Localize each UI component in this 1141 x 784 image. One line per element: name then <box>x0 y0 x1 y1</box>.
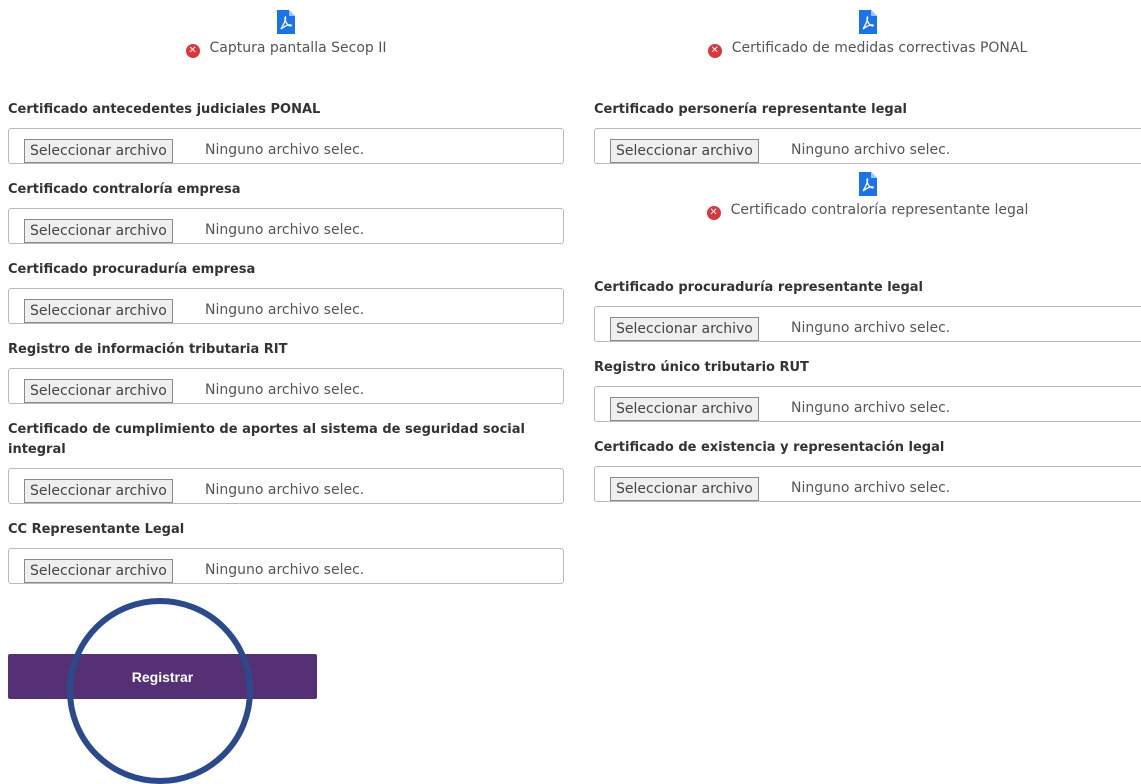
file-status: Ninguno archivo selec. <box>791 320 951 336</box>
select-file-button[interactable]: Seleccionar archivo <box>610 477 759 501</box>
remove-x-icon[interactable]: ✕ <box>707 44 722 58</box>
pdf-file-icon[interactable] <box>277 10 295 34</box>
field-label: Certificado de existencia y representaci… <box>594 440 945 455</box>
file-input[interactable]: Seleccionar archivo Ninguno archivo sele… <box>594 128 1141 164</box>
select-file-button[interactable]: Seleccionar archivo <box>24 299 173 323</box>
select-file-button[interactable]: Seleccionar archivo <box>610 317 759 341</box>
field-label: Certificado de cumplimiento de aportes a… <box>8 422 525 457</box>
field-label: Certificado personería representante leg… <box>594 102 907 117</box>
field-rit: Registro de información tributaria RIT S… <box>8 340 564 404</box>
field-antecedentes-judiciales: Certificado antecedentes judiciales PONA… <box>8 100 564 164</box>
field-label: CC Representante Legal <box>8 522 185 537</box>
pdf-file-icon[interactable] <box>858 172 877 196</box>
field-label: Certificado procuraduría representante l… <box>594 280 924 295</box>
select-file-button[interactable]: Seleccionar archivo <box>24 479 173 503</box>
left-column: ✕ Captura pantalla Secop II Certificado a… <box>8 0 564 600</box>
uploaded-file-name: Captura pantalla Secop II <box>209 40 387 56</box>
file-status: Ninguno archivo selec. <box>791 480 951 496</box>
pdf-file-icon[interactable] <box>858 10 877 34</box>
field-contraloria-empresa: Certificado contraloría empresa Seleccio… <box>8 180 564 244</box>
select-file-button[interactable]: Seleccionar archivo <box>610 397 759 421</box>
field-label: Certificado antecedentes judiciales PONA… <box>8 102 321 117</box>
field-rut: Registro único tributario RUT Selecciona… <box>594 358 1141 422</box>
field-aportes-seguridad-social: Certificado de cumplimiento de aportes a… <box>8 420 564 504</box>
uploaded-file-row: ✕ Certificado contraloría representante l… <box>594 202 1141 220</box>
file-input[interactable]: Seleccionar archivo Ninguno archivo sele… <box>594 306 1141 342</box>
uploaded-file-row: ✕ Captura pantalla Secop II <box>8 40 564 58</box>
uploaded-file-contraloria-representante: ✕ Certificado contraloría representante l… <box>594 172 1141 278</box>
field-label: Certificado procuraduría empresa <box>8 262 256 277</box>
file-input[interactable]: Seleccionar archivo Ninguno archivo sele… <box>8 548 564 584</box>
file-status: Ninguno archivo selec. <box>205 142 365 158</box>
file-input[interactable]: Seleccionar archivo Ninguno archivo sele… <box>8 288 564 324</box>
file-input[interactable]: Seleccionar archivo Ninguno archivo sele… <box>8 128 564 164</box>
file-status: Ninguno archivo selec. <box>205 222 365 238</box>
file-input[interactable]: Seleccionar archivo Ninguno archivo sele… <box>8 368 564 404</box>
field-cc-representante: CC Representante Legal Seleccionar archi… <box>8 520 564 584</box>
register-button[interactable]: Registrar <box>8 654 317 699</box>
file-input[interactable]: Seleccionar archivo Ninguno archivo sele… <box>594 466 1141 502</box>
field-label: Registro de información tributaria RIT <box>8 342 288 357</box>
uploaded-file-medidas-correctivas: ✕ Certificado de medidas correctivas PONA… <box>594 10 1141 100</box>
field-procuraduria-empresa: Certificado procuraduría empresa Selecci… <box>8 260 564 324</box>
file-status: Ninguno archivo selec. <box>205 482 365 498</box>
file-status: Ninguno archivo selec. <box>205 562 365 578</box>
select-file-button[interactable]: Seleccionar archivo <box>24 559 173 583</box>
uploaded-file-name: Certificado contraloría representante le… <box>730 202 1029 218</box>
file-input[interactable]: Seleccionar archivo Ninguno archivo sele… <box>8 468 564 504</box>
uploaded-file-row: ✕ Certificado de medidas correctivas PONA… <box>594 40 1141 58</box>
select-file-button[interactable]: Seleccionar archivo <box>24 379 173 403</box>
uploaded-file-name: Certificado de medidas correctivas PONAL <box>731 40 1028 56</box>
select-file-button[interactable]: Seleccionar archivo <box>24 219 173 243</box>
field-label: Registro único tributario RUT <box>594 360 809 375</box>
field-existencia-representacion: Certificado de existencia y representaci… <box>594 438 1141 502</box>
field-procuraduria-representante: Certificado procuraduría representante l… <box>594 278 1141 342</box>
field-label: Certificado contraloría empresa <box>8 182 241 197</box>
file-input[interactable]: Seleccionar archivo Ninguno archivo sele… <box>8 208 564 244</box>
select-file-button[interactable]: Seleccionar archivo <box>610 139 759 163</box>
field-personeria-representante: Certificado personería representante leg… <box>594 100 1141 164</box>
right-column: ✕ Certificado de medidas correctivas PONA… <box>594 0 1141 518</box>
remove-x-icon[interactable]: ✕ <box>706 206 721 220</box>
file-input[interactable]: Seleccionar archivo Ninguno archivo sele… <box>594 386 1141 422</box>
file-status: Ninguno archivo selec. <box>791 400 951 416</box>
select-file-button[interactable]: Seleccionar archivo <box>24 139 173 163</box>
remove-x-icon[interactable]: ✕ <box>185 44 200 58</box>
uploaded-file-captura-secop: ✕ Captura pantalla Secop II <box>8 10 564 100</box>
file-status: Ninguno archivo selec. <box>791 142 951 158</box>
file-status: Ninguno archivo selec. <box>205 382 365 398</box>
file-status: Ninguno archivo selec. <box>205 302 365 318</box>
